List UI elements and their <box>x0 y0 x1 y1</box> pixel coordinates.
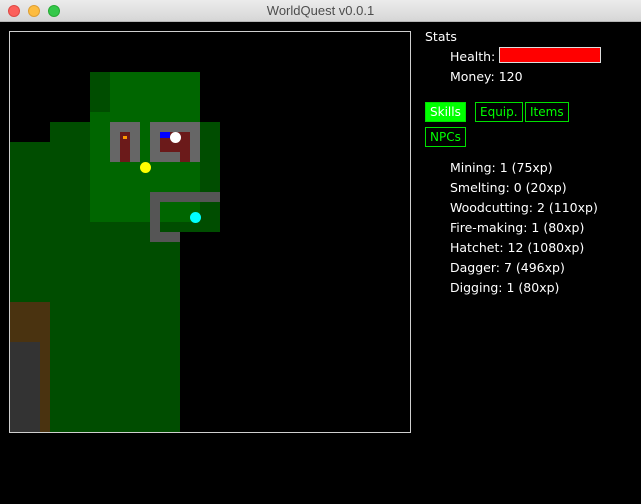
tab-items[interactable]: Items <box>525 102 569 122</box>
skill-mining: Mining: 1 (75xp) <box>450 160 553 175</box>
stone-wall <box>150 192 220 202</box>
skill-smelting: Smelting: 0 (20xp) <box>450 180 567 195</box>
npc-yellow-marker[interactable] <box>140 162 151 173</box>
game-window: WorldQuest v0.0.1 Stats Health: Money: 1… <box>0 0 641 504</box>
skill-digging: Digging: 1 (80xp) <box>450 280 560 295</box>
skill-fire-making: Fire-making: 1 (80xp) <box>450 220 585 235</box>
lamp-icon <box>123 136 127 139</box>
player-marker[interactable] <box>170 132 181 143</box>
tab-skills[interactable]: Skills <box>425 102 466 122</box>
skill-dagger: Dagger: 7 (496xp) <box>450 260 565 275</box>
stone-area <box>10 342 40 432</box>
clearing-area <box>110 72 200 122</box>
tab-equip[interactable]: Equip. <box>475 102 523 122</box>
bed-icon <box>160 132 170 138</box>
npc-cyan-marker[interactable] <box>190 212 201 223</box>
money-label: Money: 120 <box>450 69 523 84</box>
stats-title: Stats <box>425 29 457 44</box>
skill-woodcutting: Woodcutting: 2 (110xp) <box>450 200 598 215</box>
world-map[interactable] <box>9 31 411 433</box>
stone-wall <box>150 232 180 242</box>
health-bar <box>499 47 601 63</box>
health-label: Health: <box>450 49 496 64</box>
window-title: WorldQuest v0.0.1 <box>266 3 375 18</box>
tab-npcs[interactable]: NPCs <box>425 127 466 147</box>
skill-hatchet: Hatchet: 12 (1080xp) <box>450 240 585 255</box>
house-floor <box>180 152 190 162</box>
title-bar[interactable]: WorldQuest v0.0.1 <box>0 0 641 22</box>
